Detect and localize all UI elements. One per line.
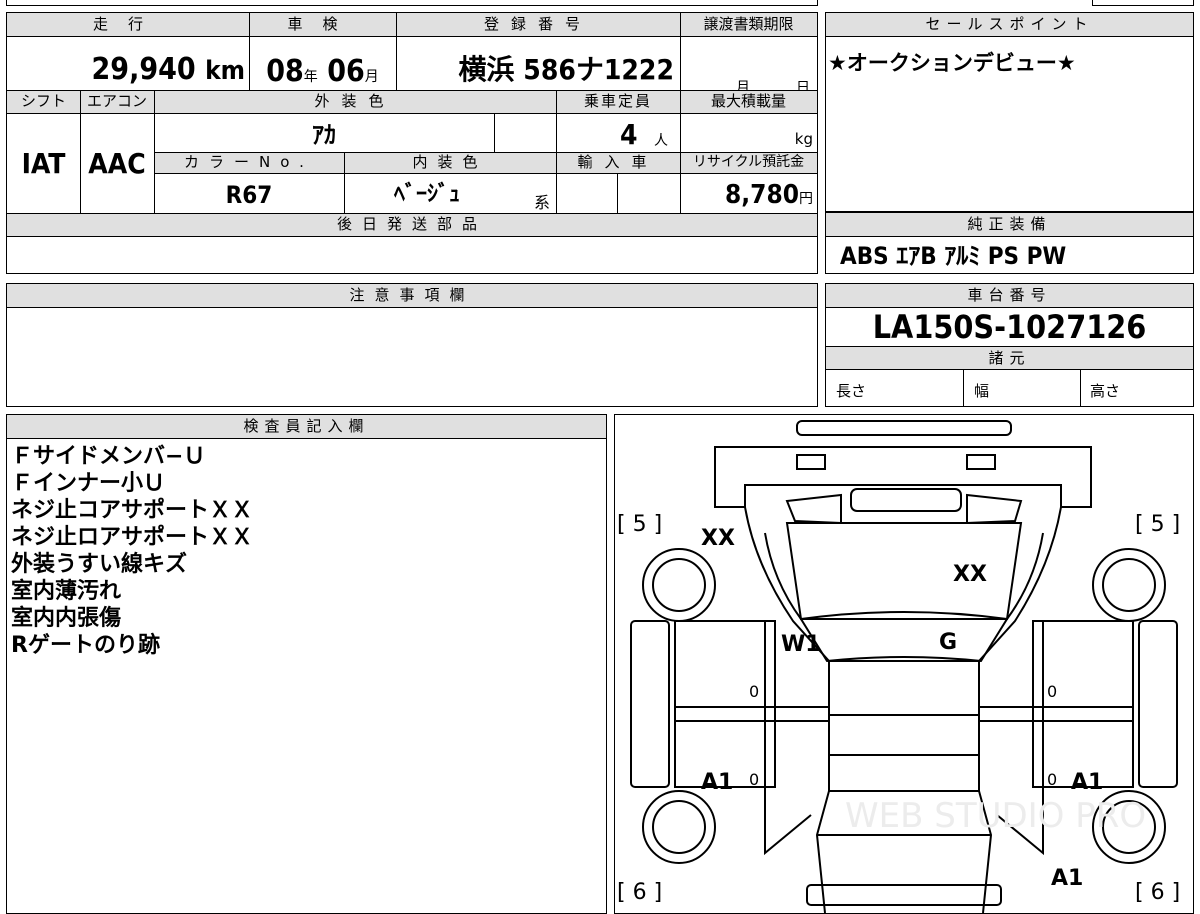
capacity-label: 乗車定員 (583, 92, 652, 110)
zero-mark: 0 (749, 770, 759, 789)
max-load-label: 最大積載量 (710, 92, 786, 110)
chassis-number: LA150S-1027126 (872, 308, 1147, 346)
watermark: WEB STUDIO PRO (845, 796, 1146, 836)
height-label: 高さ (1090, 382, 1121, 400)
ac-label: エアコン (86, 92, 147, 110)
later-parts-label: 後日発送部品 (336, 215, 487, 233)
note-line: Rゲートのり跡 (11, 633, 160, 658)
equipment-label: 純正装備 (826, 213, 1193, 237)
sales-point-text: ★オークションデビュー★ (828, 51, 1076, 75)
caution-label: 注意事項欄 (7, 284, 817, 308)
color-no-label: カラーNo. (184, 153, 314, 171)
mileage-unit: km (205, 56, 245, 86)
tire-tread-rear-left: [ 6 ] (617, 880, 662, 905)
recycle-value: 8,780円 (680, 175, 813, 213)
car-diagram: WEB STUDIO PRO [ 5 ] [ 5 ] [ 6 ] [ 6 ] X… (617, 420, 1180, 913)
exterior-color-label: 外装色 (314, 92, 396, 110)
damage-mark-w1: W1 (781, 632, 821, 657)
interior-color-label: 内装色 (412, 153, 488, 171)
chassis-box: 車台番号 LA150S-1027126 諸元 長さ 幅 高さ (825, 283, 1194, 407)
width-label: 幅 (974, 382, 990, 400)
recycle-unit: 円 (799, 191, 813, 207)
damage-mark-xx-hood: XX (953, 562, 987, 587)
recycle-label: リサイクル預託金 (692, 154, 805, 170)
caution-box: 注意事項欄 (6, 283, 818, 407)
zero-mark: 0 (1047, 682, 1057, 701)
ac-value: AAC (88, 147, 146, 180)
note-line: ネジ止コアサポートＸＸ (11, 498, 254, 523)
recycle-number: 8,780 (725, 180, 799, 210)
capacity-number: 4 (620, 118, 638, 151)
vehicle-info-table: 走行 車検 登録番号 譲渡書類期限 29,940 km 08年 06月 横浜 5… (6, 12, 818, 274)
length-label: 長さ (836, 382, 867, 400)
spec-label: 諸元 (826, 346, 1193, 370)
interior-color-value: ﾍﾞｰｼﾞｭ 系 (344, 175, 556, 213)
inspector-label: 検査員記入欄 (7, 415, 606, 439)
damage-mark-a1-rear: A1 (1051, 866, 1083, 891)
equipment-text: ABS ｴｱB ｱﾙﾐ PS PW (840, 242, 1067, 270)
car-diagram-box: WEB STUDIO PRO [ 5 ] [ 5 ] [ 6 ] [ 6 ] X… (614, 414, 1194, 914)
damage-mark-a1-left: A1 (701, 770, 733, 795)
color-no-value: R67 (225, 181, 273, 209)
note-line: ネジ止ロアサポートＸＸ (11, 525, 254, 550)
shaken-month-unit: 月 (364, 69, 379, 85)
import-label: 輸入車 (577, 153, 659, 171)
damage-mark-g: G (939, 630, 957, 655)
tire-tread-front-left: [ 5 ] (617, 512, 662, 537)
shaken-label: 車検 (287, 15, 358, 33)
sales-point-box: セールスポイント ★オークションデビュー★ (825, 12, 1194, 212)
shaken-year: 08 (266, 54, 304, 89)
top-partial-row (6, 0, 818, 6)
capacity-value: 4 人 (556, 115, 680, 153)
tire-tread-front-right: [ 5 ] (1135, 512, 1180, 537)
damage-mark-a1-right: A1 (1071, 770, 1103, 795)
note-line: 外装うすい線キズ (11, 552, 188, 577)
note-line: 室内薄汚れ (11, 579, 122, 604)
interior-color-text: ﾍﾞｰｼﾞｭ (394, 182, 461, 207)
shaken-year-unit: 年 (303, 69, 318, 85)
chassis-label: 車台番号 (826, 284, 1193, 308)
shift-label: シフト (20, 92, 66, 110)
equipment-box: 純正装備 ABS ｴｱB ｱﾙﾐ PS PW (825, 212, 1194, 274)
shaken-month: 06 (327, 54, 365, 89)
exterior-color-value: ｱｶ (312, 121, 336, 149)
mileage-label: 走行 (92, 15, 163, 33)
inspector-notes: Ｆサイドメンバ−Ｕ Ｆインナー小Ｕ ネジ止コアサポートＸＸ ネジ止ロアサポートＸ… (11, 443, 253, 659)
top-partial-right (1092, 0, 1194, 6)
zero-mark: 0 (1047, 770, 1057, 789)
tire-tread-rear-right: [ 6 ] (1135, 880, 1180, 905)
interior-color-suffix: 系 (534, 193, 551, 212)
transfer-deadline-label: 譲渡書類期限 (703, 15, 794, 33)
shift-value: IAT (21, 147, 66, 180)
registration-label: 登録番号 (483, 15, 592, 33)
damage-mark-xx-front-left: XX (701, 526, 735, 551)
note-line: Ｆサイドメンバ−Ｕ (11, 444, 206, 469)
max-load-unit: kg (794, 130, 813, 148)
note-line: 室内内張傷 (11, 606, 122, 631)
zero-mark: 0 (749, 682, 759, 701)
sales-point-label: セールスポイント (826, 13, 1193, 37)
inspector-box: 検査員記入欄 Ｆサイドメンバ−Ｕ Ｆインナー小Ｕ ネジ止コアサポートＸＸ ネジ止… (6, 414, 607, 914)
note-line: Ｆインナー小Ｕ (11, 471, 166, 496)
mileage-number: 29,940 (91, 52, 196, 87)
